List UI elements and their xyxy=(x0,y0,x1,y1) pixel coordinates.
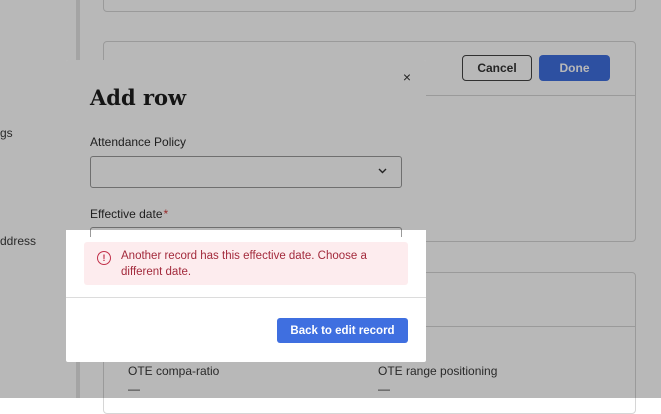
add-row-modal: × Add row Attendance Policy Effective da… xyxy=(66,60,426,362)
modal-form-area: × Add row Attendance Policy Effective da… xyxy=(66,60,426,237)
modal-form-dim xyxy=(66,60,426,230)
alert-circle-icon: ! xyxy=(97,251,111,265)
modal-footer-divider xyxy=(66,297,426,298)
back-to-edit-record-button[interactable]: Back to edit record xyxy=(277,318,408,343)
error-alert: ! Another record has this effective date… xyxy=(84,242,408,285)
error-message: Another record has this effective date. … xyxy=(121,250,367,278)
